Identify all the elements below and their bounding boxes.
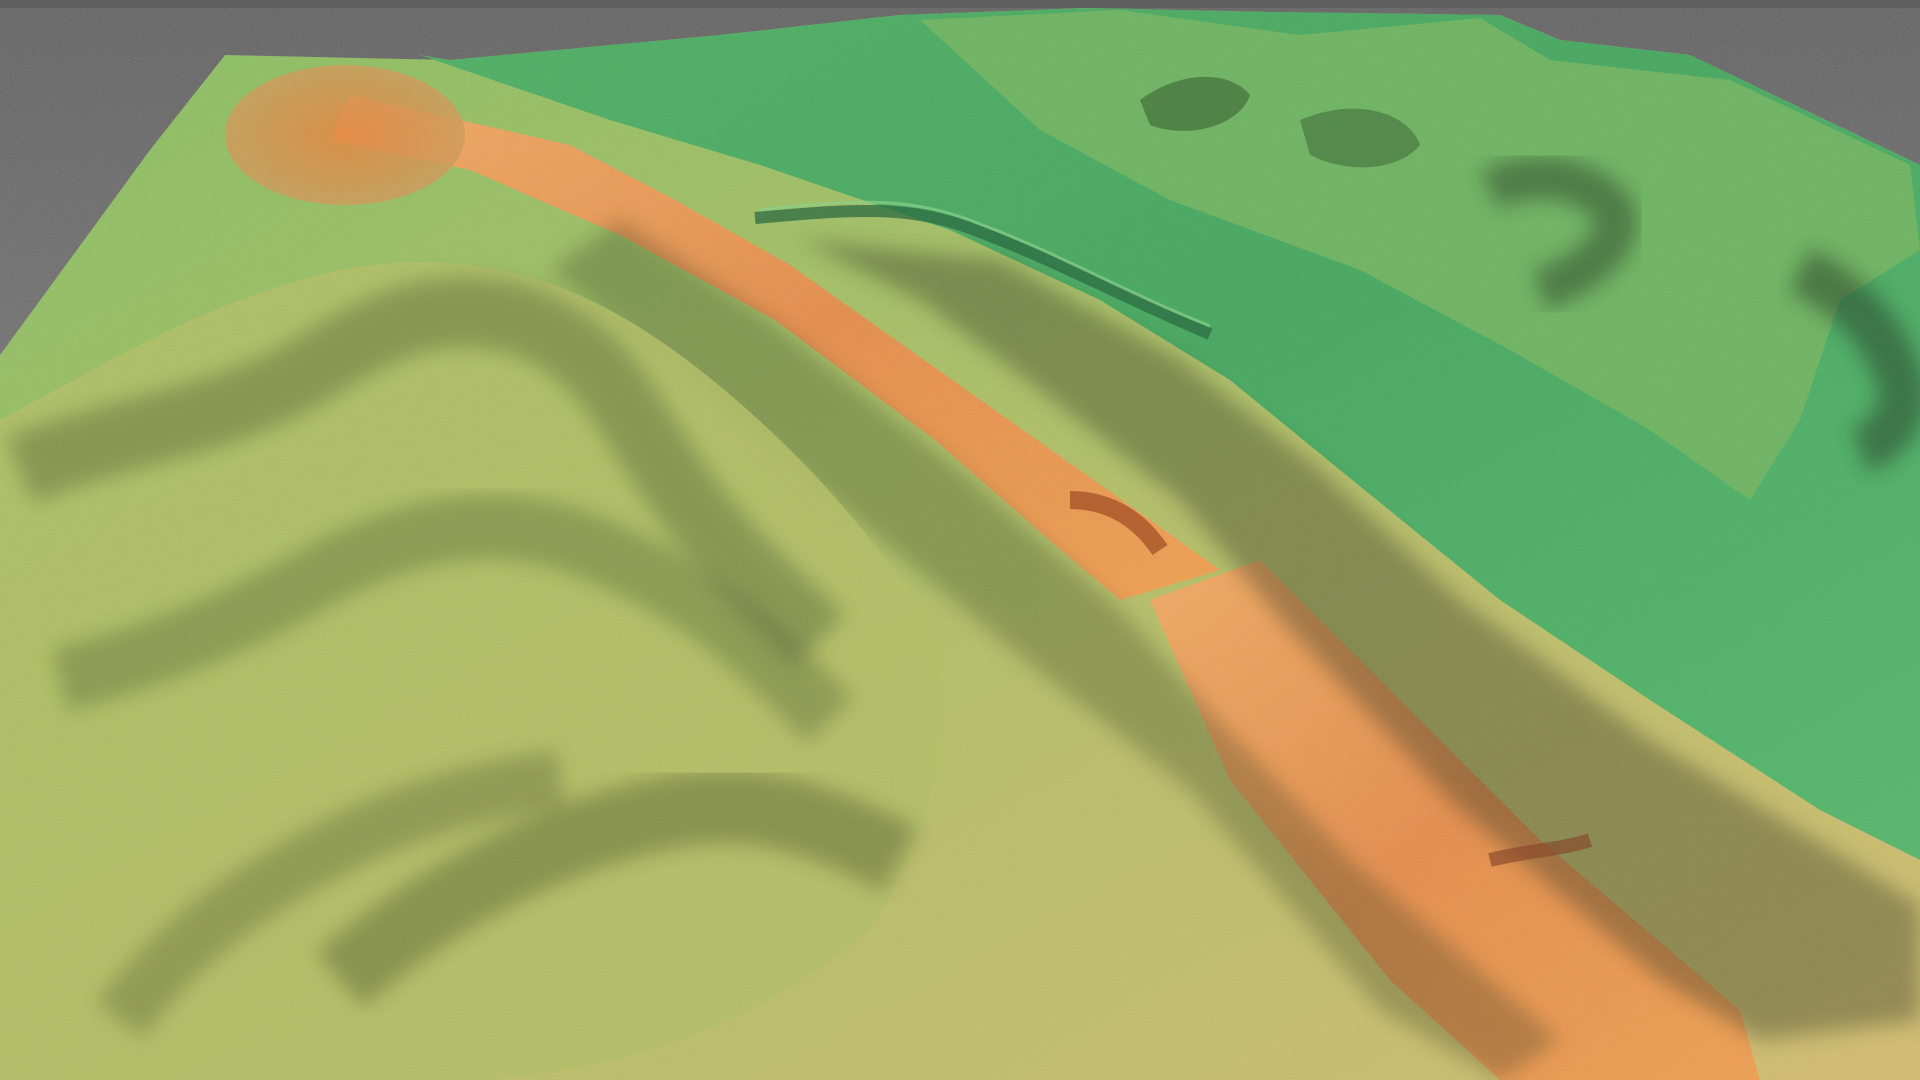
3d-viewport[interactable] [0, 0, 1920, 1080]
terrain-model[interactable] [0, 0, 1920, 1080]
hilltop-mound [225, 65, 465, 205]
